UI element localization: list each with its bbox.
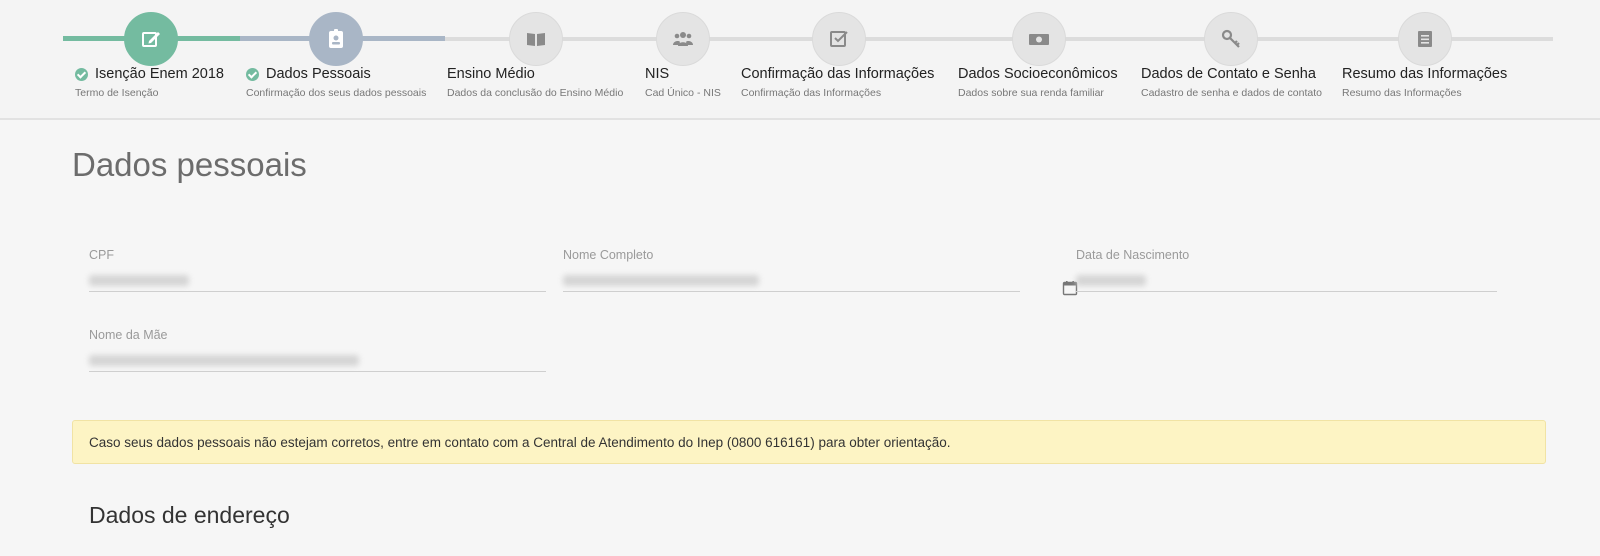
redacted-value bbox=[1076, 275, 1146, 286]
step-subtitle: Confirmação das Informações bbox=[741, 87, 882, 99]
step-subtitle: Confirmação dos seus dados pessoais bbox=[246, 87, 427, 99]
check-icon bbox=[75, 67, 88, 81]
step-title: Dados de Contato e Senha bbox=[1141, 66, 1316, 82]
step-title: NIS bbox=[645, 66, 670, 82]
nome-mae-label: Nome da Mãe bbox=[89, 328, 168, 342]
step-subtitle: Cadastro de senha e dados de contato bbox=[1141, 87, 1322, 99]
checkbox-icon bbox=[812, 12, 866, 66]
step-title: Isenção Enem 2018 bbox=[95, 66, 224, 82]
step-subtitle: Resumo das Informações bbox=[1342, 87, 1462, 99]
warning-alert: Caso seus dados pessoais não estejam cor… bbox=[72, 420, 1546, 464]
data-nascimento-field[interactable]: Data de Nascimento bbox=[1076, 248, 1497, 292]
redacted-value bbox=[563, 275, 759, 286]
step-subtitle: Cad Único - NIS bbox=[645, 87, 721, 99]
section-title-endereco: Dados de endereço bbox=[89, 502, 290, 528]
cpf-label: CPF bbox=[89, 248, 114, 262]
edit-icon bbox=[124, 12, 178, 66]
alert-text: Caso seus dados pessoais não estejam cor… bbox=[89, 434, 951, 450]
step-title: Confirmação das Informações bbox=[741, 66, 935, 82]
step-title: Ensino Médio bbox=[447, 66, 535, 82]
id-badge-icon bbox=[309, 12, 363, 66]
nome-completo-field[interactable]: Nome Completo bbox=[563, 248, 1020, 292]
check-icon bbox=[246, 67, 259, 81]
step-title: Dados Socioeconômicos bbox=[958, 66, 1118, 82]
book-icon bbox=[509, 12, 563, 66]
step-subtitle: Dados da conclusão do Ensino Médio bbox=[447, 87, 624, 99]
step-title: Resumo das Informações bbox=[1342, 66, 1508, 82]
step-title: Dados Pessoais bbox=[266, 66, 371, 82]
cpf-field[interactable]: CPF bbox=[89, 248, 546, 292]
nome-mae-input[interactable] bbox=[89, 350, 546, 372]
nome-completo-input[interactable] bbox=[563, 270, 1020, 292]
progress-stepper: Isenção Enem 2018 Termo de Isenção Dados… bbox=[0, 0, 1600, 120]
step-subtitle: Termo de Isenção bbox=[75, 87, 159, 99]
redacted-value bbox=[89, 275, 189, 286]
page-title: Dados pessoais bbox=[72, 146, 307, 183]
nome-completo-label: Nome Completo bbox=[563, 248, 654, 262]
key-icon bbox=[1204, 12, 1258, 66]
nome-mae-field[interactable]: Nome da Mãe bbox=[89, 328, 546, 372]
data-nascimento-input[interactable] bbox=[1076, 270, 1497, 292]
money-icon bbox=[1012, 12, 1066, 66]
redacted-value bbox=[89, 355, 359, 366]
data-nascimento-label: Data de Nascimento bbox=[1076, 248, 1190, 262]
list-icon bbox=[1398, 12, 1452, 66]
users-icon bbox=[656, 12, 710, 66]
step-subtitle: Dados sobre sua renda familiar bbox=[958, 87, 1104, 99]
cpf-input[interactable] bbox=[89, 270, 546, 292]
